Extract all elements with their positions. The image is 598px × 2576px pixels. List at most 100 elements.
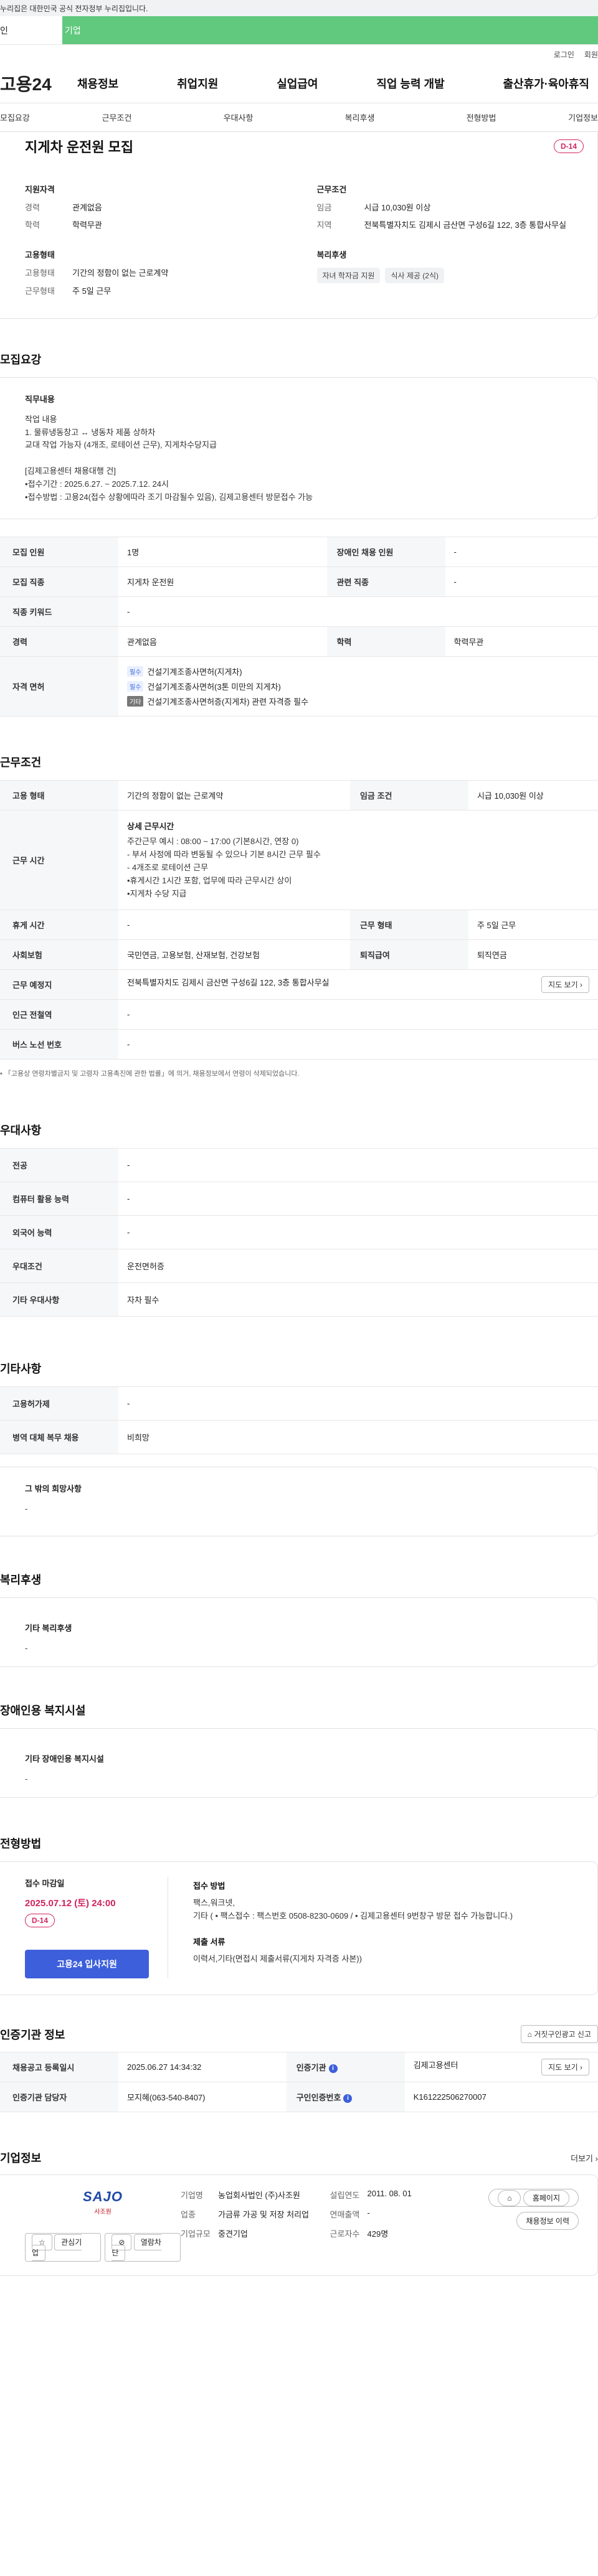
table-row: 고용허가제 - [0,1386,598,1421]
license-item: 기타 건설기계조종사면허증(지게차) 관련 자격증 필수 [127,695,589,707]
table-row: 외국어 능력 - [0,1215,598,1250]
gnb-item-parental-leave[interactable]: 출산휴가·육아휴직 [495,75,598,92]
signup-link[interactable]: 회원 [584,49,598,60]
deadline-value: 2025.07.12 (토) 24:00 [25,1898,116,1909]
prefer-condition-value: 운전면허증 [118,1249,598,1284]
break-label: 휴게 시간 [0,910,118,941]
cert-id-value: K161222506270007 [404,2082,598,2113]
disabled-count-value: - [445,537,598,568]
org-map-button-label: 지도 보기 [548,2063,578,2072]
work-table: 고용 형태 기간의 정함이 없는 근로계약 임금 조건 시급 10,030원 이… [0,780,598,1060]
gnb-item-vocational-training[interactable]: 직업 능력 개발 [368,75,453,92]
gnb-item-employment-support[interactable]: 취업지원 [168,75,227,92]
etc-box-title: 그 밖의 희망사항 [25,1484,82,1494]
retire-value: 퇴직연금 [468,939,598,971]
block-view-button[interactable]: ⊘ 열람차단 [105,2233,181,2262]
company-section-title: 기업정보 [0,2152,42,2165]
work-form-value: 주 5일 근무 [72,286,112,296]
permit-label: 고용허가제 [0,1386,118,1421]
career-value: 관계없음 [72,203,102,212]
military-value: 비희망 [118,1420,598,1455]
company-logo: SAJO [83,2189,123,2205]
major-label: 전공 [0,1148,118,1183]
selection-card: 접수 마감일 2025.07.12 (토) 24:00 D-14 고용24 입사… [0,1861,598,1996]
section-nav-work[interactable]: 근무조건 [56,111,178,123]
table-row: 병역 대체 복무 채용 비희망 [0,1420,598,1455]
cert-section-title: 인증기관 정보 [0,2028,65,2041]
homepage-button[interactable]: ⌂ 홈페이지 [488,2189,579,2207]
company-size-label: 기업규모 [181,2229,211,2239]
welfare-box-text: - [25,1643,28,1653]
more-link[interactable]: 더보기 › [571,2152,598,2164]
industry-value: 가금류 가공 및 저장 처리업 [218,2210,310,2220]
employment-type-value: 기간의 정함이 없는 근로계약 [72,268,169,278]
welfare-block: 복리후생 자녀 학자금 지원 식사 제공 (2식) [316,248,584,303]
login-link[interactable]: 로그인 [554,49,574,60]
table-row: 전공 - [0,1148,598,1183]
gnb-menu: 채용정보 취업지원 실업급여 직업 능력 개발 출산휴가·육아휴직 [69,75,598,92]
company-size-value: 중견기업 [218,2229,248,2239]
education-label: 학력 [25,220,40,230]
welfare-title: 복리후생 [316,250,347,260]
gnb-item-jobs[interactable]: 채용정보 [69,75,127,92]
section-nav-recruit[interactable]: 모집요강 [0,111,56,123]
selection-section-title: 전형방법 [0,1838,42,1851]
info-icon[interactable]: i [328,2064,338,2073]
career-label: 경력 [25,203,40,212]
report-fake-ad-label: 거짓구인광고 신고 [534,2030,591,2039]
org-label: 인증기관 [296,2063,326,2073]
qualification-title: 지원자격 [25,185,55,194]
site-logo[interactable]: 고용24 [0,71,69,96]
related-job-label: 관련 직종 [326,566,445,598]
license-item: 필수 건설기계조종사면허(3톤 미만의 지게차) [127,680,589,692]
related-job-value: - [445,566,598,598]
org-map-button[interactable]: 지도 보기 › [541,2059,589,2076]
prefer-section-title: 우대사항 [0,1124,42,1137]
license-text: 건설기계조종사면허(3톤 미만의 지게차) [147,682,281,692]
hours-label: 근무 시간 [0,810,118,911]
place-value: 전북특별자치도 김제시 금산면 구성6길 122, 3층 통합사무실 [127,978,330,988]
section-nav-company[interactable]: 기업정보 [542,111,598,123]
disabled-box-title: 기타 장애인용 복지시설 [25,1754,104,1764]
career-value: 관계없음 [118,626,327,657]
education-value: 학력무관 [72,220,102,230]
disabled-section-title: 장애인용 복지시설 [0,1704,86,1718]
apply-button[interactable]: 고용24 입사지원 [25,1950,149,1979]
org-value: 김제고용센터 [413,2061,458,2071]
subway-label: 인근 전철역 [0,999,118,1030]
other-tag: 기타 [127,696,144,707]
home-icon: ⌂ [498,2190,521,2207]
section-nav: 모집요강 근무조건 우대사항 복리후생 전형방법 기업정보 [0,103,598,132]
wage-value: 시급 10,030원 이상 [468,780,598,811]
table-row: 고용 형태 기간의 정함이 없는 근로계약 임금 조건 시급 10,030원 이… [0,780,598,811]
tab-company[interactable]: 기업 [62,16,598,44]
section-nav-selection[interactable]: 전형방법 [420,111,542,123]
job-label: 모집 직종 [0,566,118,598]
table-row: 휴게 시간 - 근무 형태 주 5일 근무 [0,910,598,941]
disabled-box: 기타 장애인용 복지시설 - [0,1728,598,1798]
staff-value: 429명 [367,2229,389,2239]
qualification-block: 지원자격 경력 관계없음 학력 학력무관 [25,183,292,237]
required-tag: 필수 [127,666,144,677]
subway-value: - [118,999,598,1030]
company-logo-sub: 사조원 [94,2209,112,2216]
table-row: 채용공고 등록일시 2025.06.27 14:34:32 인증기관 i 김제고용… [0,2052,598,2083]
gnb-item-unemployment-benefit[interactable]: 실업급여 [268,75,326,92]
favorite-company-button[interactable]: ☆ 관심기업 [25,2233,102,2262]
info-icon[interactable]: i [343,2094,353,2103]
job-history-button[interactable]: 채용정보 이력 [516,2212,579,2230]
etc-box-text: - [25,1504,28,1514]
table-row: 자격 면허 필수 건설기계조종사면허(지게차) 필수 건설기계조종사면허(3톤 미만… [0,656,598,717]
tab-personal[interactable]: 인 [0,16,62,44]
table-row: 경력 관계없음 학력 학력무관 [0,626,598,657]
section-nav-prefer[interactable]: 우대사항 [178,111,299,123]
section-nav-welfare[interactable]: 복리후생 [299,111,420,123]
more-link-label: 더보기 [571,2153,594,2163]
wage-label: 임금 조건 [349,780,468,811]
education-label: 학력 [326,626,445,657]
chevron-right-icon: › [580,2063,582,2072]
method-text: 팩스,워크넷, 기타 ( • 팩스접수 : 팩스번호 0508-8230-060… [193,1898,513,1921]
report-fake-ad-button[interactable]: ⌂ 거짓구인광고 신고 [520,2025,598,2044]
career-label: 경력 [0,626,118,657]
map-button[interactable]: 지도 보기 › [541,976,589,994]
